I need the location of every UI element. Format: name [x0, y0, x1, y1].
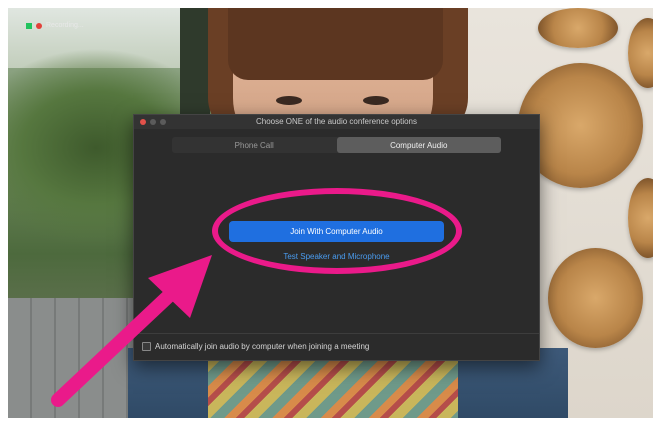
highlight-ellipse	[212, 188, 462, 274]
person-eye	[363, 96, 389, 105]
camera-status-icon	[26, 22, 32, 29]
person-scarf	[208, 358, 458, 418]
tab-phone-call[interactable]: Phone Call	[172, 137, 337, 153]
recording-label: Recording...	[46, 22, 84, 29]
wall-basket	[538, 8, 618, 48]
person-bangs	[228, 8, 443, 80]
audio-tabs: Phone Call Computer Audio	[172, 137, 501, 153]
person-eye	[276, 96, 302, 105]
dialog-title: Choose ONE of the audio conference optio…	[256, 117, 417, 126]
dialog-titlebar: Choose ONE of the audio conference optio…	[134, 115, 539, 129]
tab-computer-audio[interactable]: Computer Audio	[336, 137, 501, 153]
annotation-arrow-icon	[51, 255, 212, 407]
wall-basket	[548, 248, 643, 348]
recording-indicator: Recording...	[26, 22, 84, 29]
record-dot-icon	[36, 22, 42, 29]
